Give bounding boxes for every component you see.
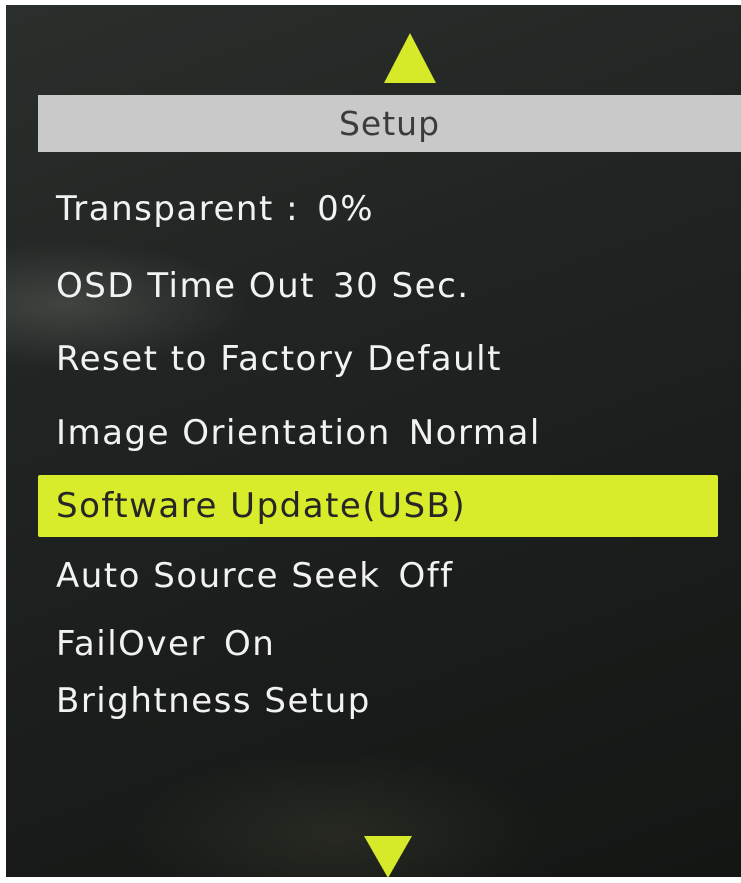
menu-item-value: Normal: [408, 413, 541, 453]
menu-item-reset-factory-default[interactable]: Reset to Factory Default: [56, 333, 502, 385]
menu-item-label: FailOver: [56, 624, 206, 664]
osd-screen: Setup Transparent : 0% OSD Time Out 30 S…: [6, 5, 741, 877]
menu-item-transparent[interactable]: Transparent : 0%: [56, 183, 374, 235]
menu-item-auto-source-seek[interactable]: Auto Source Seek Off: [56, 550, 454, 602]
menu-item-value: Off: [398, 556, 454, 596]
menu-item-value: 30 Sec.: [333, 266, 470, 306]
menu-item-label: Software Update(USB): [56, 486, 467, 526]
menu-item-label: Auto Source Seek: [56, 556, 381, 596]
page-title: Setup: [338, 104, 441, 143]
menu-item-label: Transparent :: [56, 189, 300, 229]
menu-item-label: Brightness Setup: [56, 681, 371, 721]
triangle-down-icon[interactable]: [364, 836, 412, 877]
menu-item-failover[interactable]: FailOver On: [56, 618, 275, 670]
menu-item-value: On: [223, 624, 276, 664]
menu-item-osd-time-out[interactable]: OSD Time Out 30 Sec.: [56, 260, 470, 312]
triangle-up-icon[interactable]: [384, 33, 436, 83]
menu-header: Setup: [38, 95, 741, 152]
menu-item-software-update[interactable]: Software Update(USB): [38, 475, 718, 537]
menu-item-label: Image Orientation: [56, 413, 391, 453]
menu-item-label: OSD Time Out: [56, 266, 315, 306]
menu-item-brightness-setup[interactable]: Brightness Setup: [56, 675, 371, 727]
menu-item-image-orientation[interactable]: Image Orientation Normal: [56, 407, 541, 459]
menu-item-label: Reset to Factory Default: [56, 339, 502, 379]
menu-item-value: 0%: [317, 189, 375, 229]
